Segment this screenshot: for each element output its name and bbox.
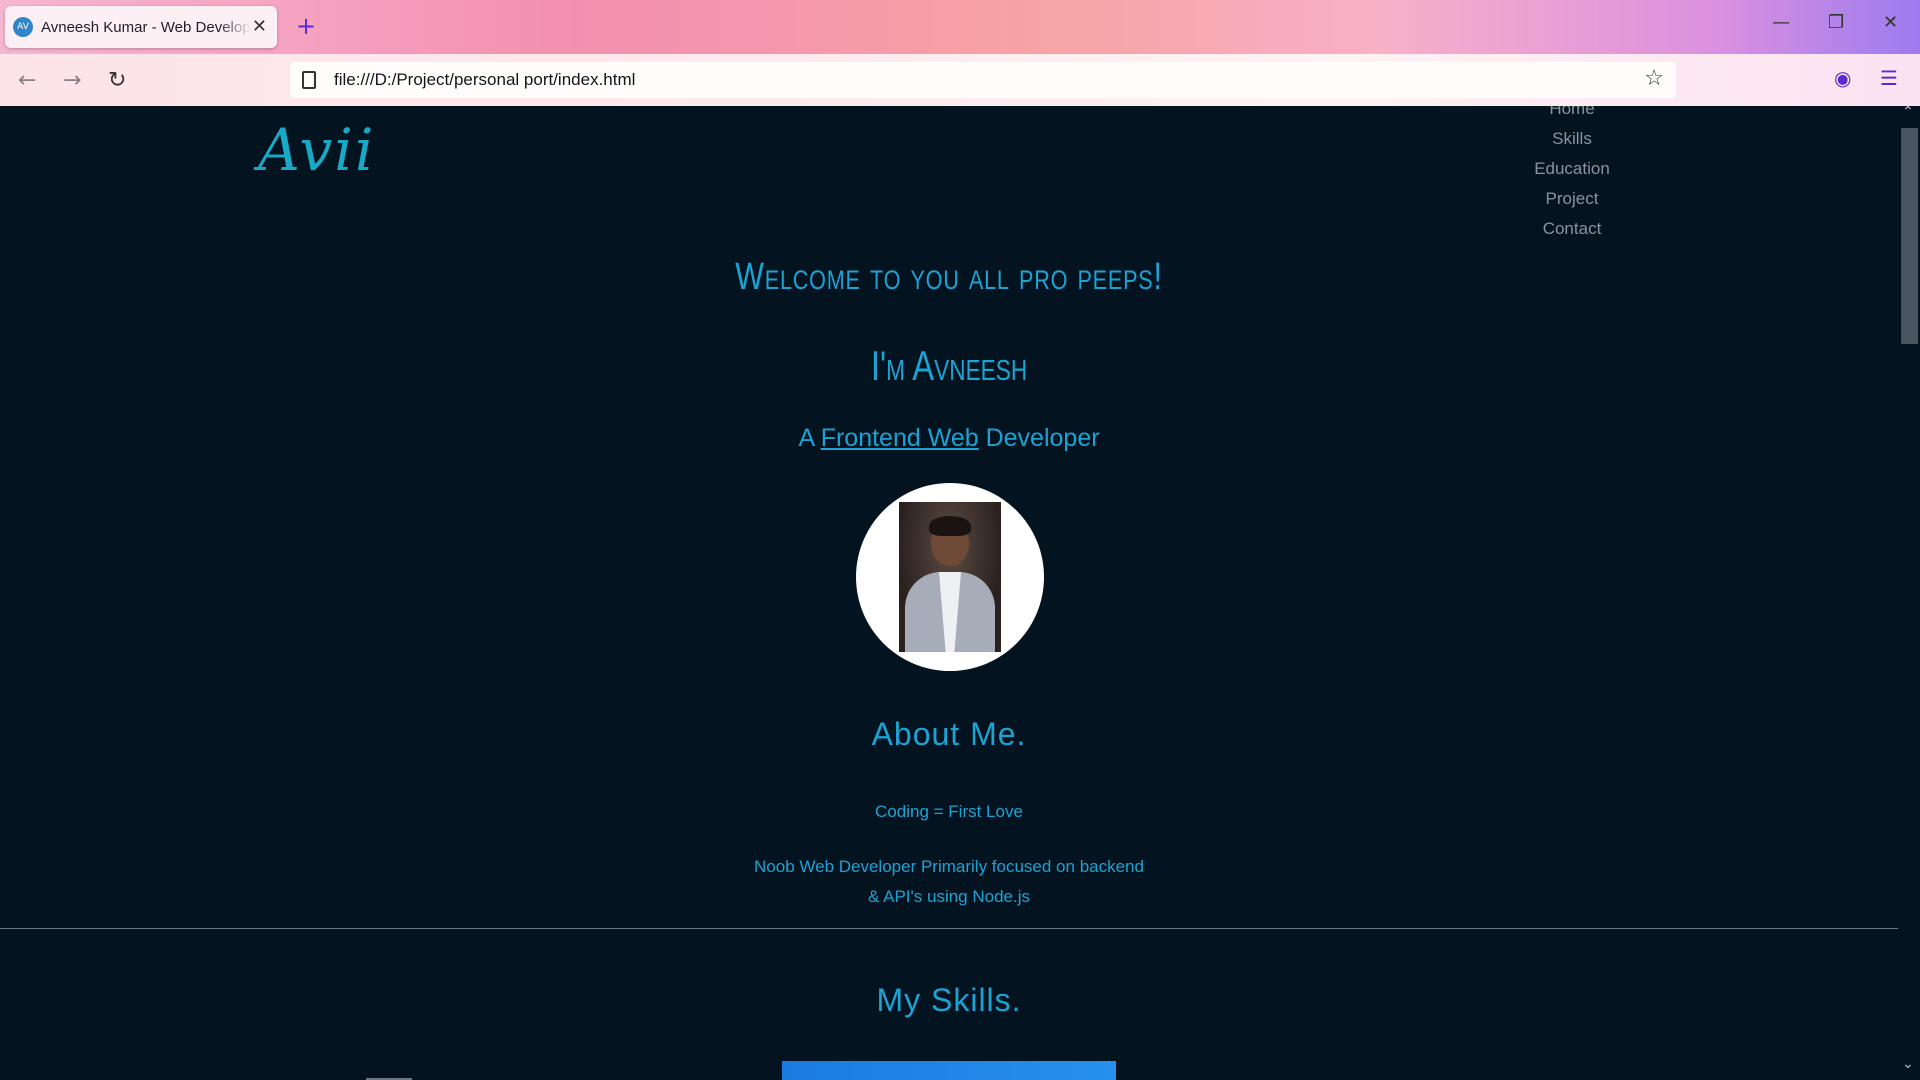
skill-bar xyxy=(782,1061,1116,1080)
browser-tab-bar: AV Avneesh Kumar - Web Developer ✕ + — ❐… xyxy=(0,0,1920,54)
browser-tab[interactable]: AV Avneesh Kumar - Web Developer ✕ xyxy=(5,6,277,48)
skills-heading: My Skills. xyxy=(876,982,1022,1018)
about-text-2b: & API's using Node.js xyxy=(868,887,1030,906)
page-icon xyxy=(302,71,316,89)
about-text-1: Coding = First Love xyxy=(875,802,1023,821)
reload-icon[interactable]: ↻ xyxy=(108,68,126,93)
avatar xyxy=(856,483,1044,671)
tagline-highlight: Frontend Web xyxy=(820,424,979,452)
intro-heading: I'm Avneesh xyxy=(870,342,1028,389)
hamburger-menu-icon[interactable]: ☰ xyxy=(1880,66,1898,90)
minimize-icon[interactable]: — xyxy=(1772,12,1790,33)
tagline-suffix: Developer xyxy=(978,424,1100,452)
scroll-up-icon[interactable]: ⌃ xyxy=(1902,104,1914,120)
page-viewport: Avii Home Skills Education Project Conta… xyxy=(0,106,1898,1080)
restore-icon[interactable]: ❐ xyxy=(1828,12,1844,33)
about-text-2a: Noob Web Developer Primarily focused on … xyxy=(754,857,1144,876)
star-icon[interactable]: ☆ xyxy=(1644,66,1664,91)
section-divider xyxy=(0,928,1898,929)
nav-project[interactable]: Project xyxy=(1510,184,1634,214)
welcome-heading: Welcome to you all pro peeps! xyxy=(735,256,1163,298)
nav-home[interactable]: Home xyxy=(1510,106,1634,124)
url-bar[interactable]: file:///D:/Project/personal port/index.h… xyxy=(290,62,1676,98)
nav-skills[interactable]: Skills xyxy=(1510,124,1634,154)
tab-title: Avneesh Kumar - Web Developer xyxy=(41,18,251,36)
back-arrow-icon[interactable]: ← xyxy=(18,68,36,93)
scrollbar-thumb[interactable] xyxy=(1901,128,1918,344)
close-window-icon[interactable]: ✕ xyxy=(1883,12,1898,33)
tagline: A Frontend Web Developer xyxy=(0,424,1898,453)
site-logo[interactable]: Avii xyxy=(258,116,375,184)
close-tab-icon[interactable]: ✕ xyxy=(252,16,267,37)
nav-contact[interactable]: Contact xyxy=(1510,214,1634,244)
new-tab-button[interactable]: + xyxy=(296,12,316,40)
url-text[interactable]: file:///D:/Project/personal port/index.h… xyxy=(334,70,635,90)
forward-arrow-icon[interactable]: → xyxy=(63,68,81,93)
scroll-down-icon[interactable]: ⌄ xyxy=(1902,1056,1914,1072)
nav-education[interactable]: Education xyxy=(1510,154,1634,184)
about-text-2: Noob Web Developer Primarily focused on … xyxy=(0,852,1898,912)
profile-photo xyxy=(899,502,1001,652)
pocket-icon[interactable]: ◉ xyxy=(1834,66,1851,90)
favicon-icon: AV xyxy=(13,17,33,37)
tagline-prefix: A xyxy=(798,424,821,452)
site-nav: Home Skills Education Project Contact xyxy=(1510,106,1634,244)
about-heading: About Me. xyxy=(871,716,1027,752)
